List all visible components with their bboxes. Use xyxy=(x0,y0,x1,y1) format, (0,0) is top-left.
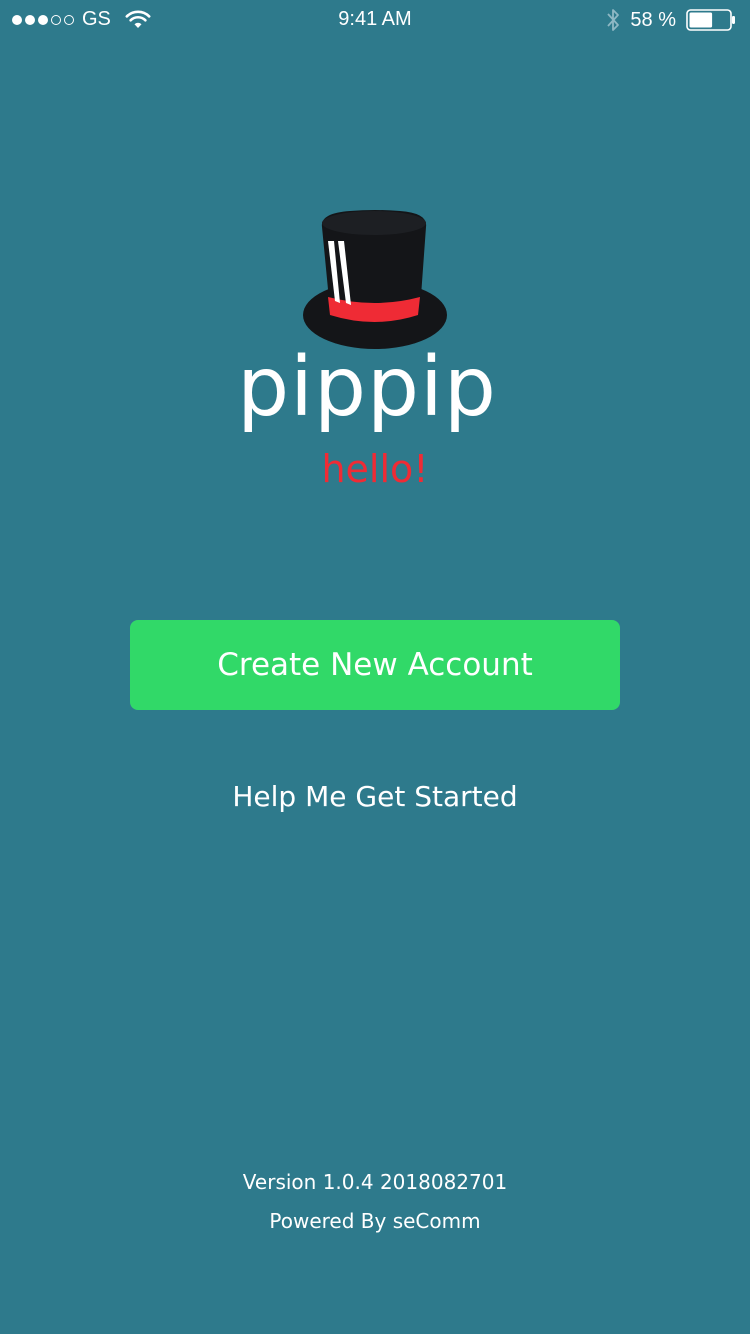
app-logo: pippip hello! xyxy=(0,205,750,491)
footer: Version 1.0.4 2018082701 Powered By seCo… xyxy=(0,1163,750,1241)
brand-name: pippip xyxy=(237,340,497,435)
battery-percent: 58 % xyxy=(630,8,676,31)
help-me-get-started-link[interactable]: Help Me Get Started xyxy=(0,780,750,813)
greeting-text: hello! xyxy=(321,447,429,491)
status-bar: GS 9:41 AM 58 % xyxy=(0,0,750,40)
welcome-screen: GS 9:41 AM 58 % pippip hello! Create New… xyxy=(0,0,750,1334)
create-account-button[interactable]: Create New Account xyxy=(130,620,620,710)
battery-icon xyxy=(686,9,735,31)
powered-by-text: Powered By seComm xyxy=(269,1209,481,1233)
version-text: Version 1.0.4 2018082701 xyxy=(242,1170,508,1194)
bluetooth-icon xyxy=(607,9,620,31)
top-hat-icon xyxy=(303,210,447,349)
status-right: 58 % xyxy=(606,8,736,32)
